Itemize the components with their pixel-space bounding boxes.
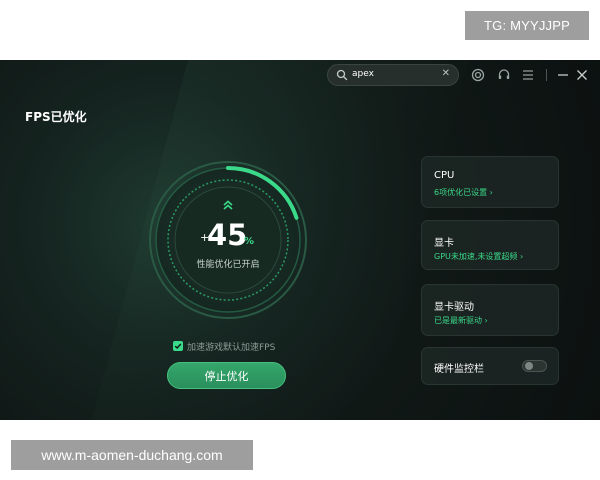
titlebar-divider — [546, 69, 547, 81]
minimize-icon[interactable] — [556, 68, 570, 82]
gpu-card-status[interactable]: GPU未加速,未设置超频 › — [434, 251, 523, 262]
cpu-card[interactable]: CPU 6项优化已设置 › — [421, 156, 559, 208]
toggle-knob — [525, 362, 533, 370]
optimization-status: 性能优化已开启 — [196, 260, 260, 270]
check-icon — [174, 343, 182, 349]
default-accelerate-option[interactable]: 加速游戏默认加速FPS — [173, 339, 275, 353]
search-input[interactable]: apex — [352, 69, 374, 79]
gpu-card[interactable]: 显卡 GPU未加速,未设置超频 › — [421, 220, 559, 270]
percent-unit: % — [244, 236, 255, 247]
fps-gauge: + 45 % 性能优化已开启 — [144, 156, 312, 324]
default-accelerate-checkbox[interactable] — [173, 341, 183, 351]
page-title: FPS已优化 — [25, 110, 87, 124]
headset-icon[interactable] — [497, 68, 511, 82]
hardware-monitor-label: 硬件监控栏 — [434, 364, 484, 375]
percent-readout: + 45 % — [182, 218, 274, 254]
clear-icon[interactable]: ✕ — [442, 68, 450, 79]
gpu-card-title: 显卡 — [434, 238, 454, 249]
close-icon[interactable] — [575, 68, 589, 82]
gpu-driver-card-title: 显卡驱动 — [434, 302, 474, 313]
stop-optimization-button[interactable]: 停止优化 — [167, 362, 286, 389]
record-icon[interactable] — [471, 68, 485, 82]
gpu-driver-card[interactable]: 显卡驱动 已是最新驱动 › — [421, 284, 559, 336]
gpu-driver-card-status[interactable]: 已是最新驱动 › — [434, 315, 488, 326]
app-window: apex ✕ FPS已优化 + 45 % 性能优化已开启 加速游戏默认加速FPS… — [0, 60, 600, 420]
website-watermark-badge: www.m-aomen-duchang.com — [11, 440, 253, 470]
title-bar: apex ✕ — [0, 60, 600, 90]
search-icon — [336, 69, 348, 81]
default-accelerate-label: 加速游戏默认加速FPS — [187, 342, 276, 353]
percent-value: 45 — [207, 218, 248, 252]
search-box[interactable]: apex ✕ — [327, 64, 459, 86]
double-chevron-up-icon — [223, 200, 233, 210]
menu-icon[interactable] — [521, 68, 535, 82]
cpu-card-title: CPU — [434, 170, 455, 181]
hardware-monitor-toggle[interactable] — [522, 360, 547, 372]
tg-watermark-badge: TG: MYYJJPP — [465, 11, 589, 40]
cpu-card-status[interactable]: 6项优化已设置 › — [434, 187, 493, 198]
